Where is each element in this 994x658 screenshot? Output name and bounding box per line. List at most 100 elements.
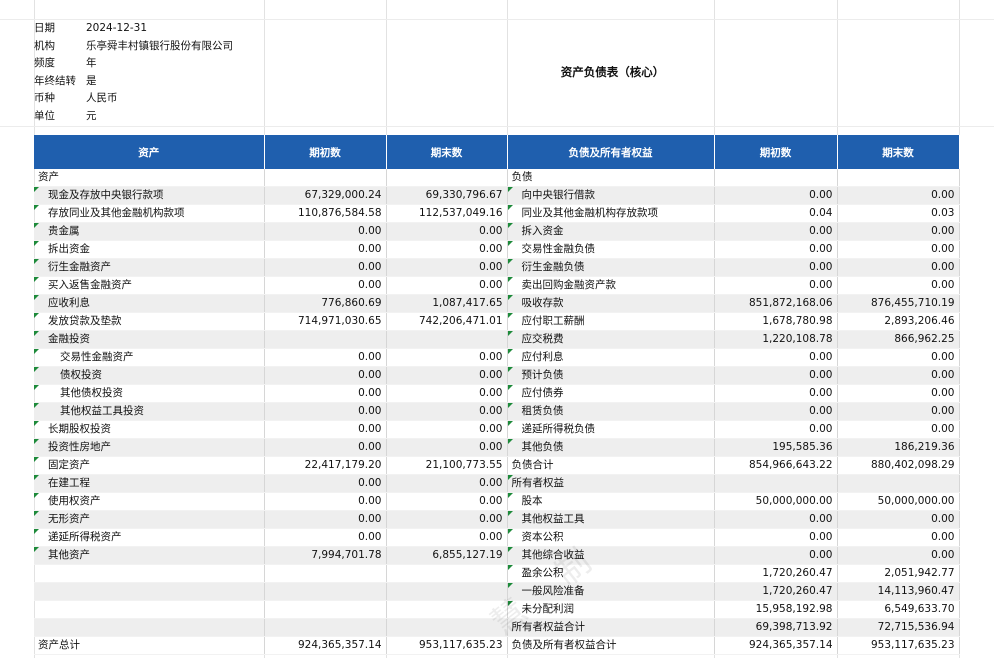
liability-begin-value[interactable]: 851,872,168.06 (714, 294, 838, 313)
asset-item[interactable]: 应收利息 (34, 294, 265, 313)
liability-item[interactable]: 卖出回购金融资产款 (507, 276, 715, 295)
liability-end-value[interactable]: 2,051,942.77 (837, 564, 960, 583)
liability-end-value[interactable]: 0.00 (837, 546, 960, 565)
liability-begin-value[interactable]: 0.00 (714, 510, 838, 529)
liability-end-value[interactable]: 6,549,633.70 (837, 600, 960, 619)
asset-item[interactable]: 递延所得税资产 (34, 528, 265, 547)
liability-begin-value[interactable]: 0.00 (714, 276, 838, 295)
asset-end-value[interactable] (386, 330, 508, 349)
liability-begin-value[interactable] (714, 169, 838, 187)
asset-item[interactable]: 贵金属 (34, 222, 265, 241)
asset-end-value[interactable]: 0.00 (386, 276, 508, 295)
asset-end-value[interactable] (386, 618, 508, 637)
col-header-liab-end[interactable]: 期末数 (837, 135, 960, 169)
asset-end-value[interactable]: 0.00 (386, 348, 508, 367)
col-header-liabilities[interactable]: 负债及所有者权益 (507, 135, 715, 169)
liability-item[interactable]: 预计负债 (507, 366, 715, 385)
asset-begin-value[interactable] (264, 600, 387, 619)
liability-item[interactable]: 其他负债 (507, 438, 715, 457)
liability-begin-value[interactable]: 0.00 (714, 366, 838, 385)
col-header-asset-end[interactable]: 期末数 (386, 135, 508, 169)
liability-item[interactable]: 所有者权益 (507, 474, 715, 493)
asset-end-value[interactable]: 0.00 (386, 240, 508, 259)
asset-end-value[interactable]: 0.00 (386, 222, 508, 241)
liability-item[interactable]: 拆入资金 (507, 222, 715, 241)
asset-item[interactable]: 衍生金融资产 (34, 258, 265, 277)
liability-begin-value[interactable]: 0.00 (714, 402, 838, 421)
asset-begin-value[interactable]: 924,365,357.14 (264, 636, 387, 655)
liability-end-value[interactable]: 0.00 (837, 366, 960, 385)
liability-begin-value[interactable]: 1,220,108.78 (714, 330, 838, 349)
liability-begin-value[interactable]: 0.00 (714, 420, 838, 439)
asset-end-value[interactable]: 0.00 (386, 474, 508, 493)
asset-begin-value[interactable] (264, 582, 387, 601)
liability-end-value[interactable]: 0.00 (837, 402, 960, 421)
liability-begin-value[interactable] (714, 474, 838, 493)
asset-end-value[interactable]: 1,087,417.65 (386, 294, 508, 313)
asset-item[interactable]: 投资性房地产 (34, 438, 265, 457)
liability-end-value[interactable]: 14,113,960.47 (837, 582, 960, 601)
liability-item[interactable]: 负债及所有者权益合计 (507, 636, 715, 655)
asset-begin-value[interactable]: 0.00 (264, 384, 387, 403)
liability-item[interactable]: 递延所得税负债 (507, 420, 715, 439)
asset-end-value[interactable] (386, 564, 508, 583)
liability-begin-value[interactable]: 0.00 (714, 240, 838, 259)
liability-end-value[interactable]: 72,715,536.94 (837, 618, 960, 637)
liability-end-value[interactable]: 953,117,635.23 (837, 636, 960, 655)
asset-item[interactable] (34, 564, 265, 583)
asset-begin-value[interactable]: 67,329,000.24 (264, 186, 387, 205)
liability-begin-value[interactable]: 0.00 (714, 528, 838, 547)
liability-begin-value[interactable]: 69,398,713.92 (714, 618, 838, 637)
liability-begin-value[interactable]: 0.00 (714, 258, 838, 277)
asset-item[interactable]: 现金及存放中央银行款项 (34, 186, 265, 205)
liability-begin-value[interactable]: 0.00 (714, 186, 838, 205)
asset-item[interactable] (34, 582, 265, 601)
liability-item[interactable]: 向中央银行借款 (507, 186, 715, 205)
asset-end-value[interactable]: 6,855,127.19 (386, 546, 508, 565)
asset-end-value[interactable]: 69,330,796.67 (386, 186, 508, 205)
asset-begin-value[interactable]: 0.00 (264, 276, 387, 295)
asset-item[interactable] (34, 618, 265, 637)
liability-end-value[interactable]: 0.00 (837, 384, 960, 403)
liability-item[interactable]: 应付职工薪酬 (507, 312, 715, 331)
liability-end-value[interactable]: 0.00 (837, 258, 960, 277)
asset-begin-value[interactable]: 0.00 (264, 438, 387, 457)
asset-begin-value[interactable]: 0.00 (264, 474, 387, 493)
asset-item[interactable]: 资产 (34, 169, 265, 187)
liability-item[interactable]: 租赁负债 (507, 402, 715, 421)
liability-begin-value[interactable]: 50,000,000.00 (714, 492, 838, 511)
liability-item[interactable]: 资本公积 (507, 528, 715, 547)
asset-item[interactable]: 债权投资 (34, 366, 265, 385)
asset-begin-value[interactable]: 0.00 (264, 348, 387, 367)
asset-item[interactable]: 长期股权投资 (34, 420, 265, 439)
liability-begin-value[interactable]: 0.00 (714, 348, 838, 367)
liability-end-value[interactable] (837, 474, 960, 493)
liability-end-value[interactable]: 866,962.25 (837, 330, 960, 349)
asset-begin-value[interactable]: 110,876,584.58 (264, 204, 387, 223)
asset-end-value[interactable]: 742,206,471.01 (386, 312, 508, 331)
liability-end-value[interactable]: 0.00 (837, 186, 960, 205)
asset-begin-value[interactable]: 0.00 (264, 420, 387, 439)
liability-item[interactable]: 负债合计 (507, 456, 715, 475)
asset-item[interactable]: 其他权益工具投资 (34, 402, 265, 421)
liability-end-value[interactable]: 0.00 (837, 222, 960, 241)
asset-begin-value[interactable]: 0.00 (264, 366, 387, 385)
asset-item[interactable]: 金融投资 (34, 330, 265, 349)
liability-item[interactable]: 同业及其他金融机构存放款项 (507, 204, 715, 223)
asset-item[interactable]: 存放同业及其他金融机构款项 (34, 204, 265, 223)
asset-end-value[interactable]: 0.00 (386, 492, 508, 511)
asset-begin-value[interactable]: 0.00 (264, 510, 387, 529)
liability-end-value[interactable]: 0.00 (837, 276, 960, 295)
col-header-liab-begin[interactable]: 期初数 (714, 135, 838, 169)
liability-item[interactable]: 应付债券 (507, 384, 715, 403)
liability-end-value[interactable]: 876,455,710.19 (837, 294, 960, 313)
asset-begin-value[interactable] (264, 564, 387, 583)
liability-end-value[interactable]: 0.00 (837, 528, 960, 547)
liability-end-value[interactable]: 0.00 (837, 348, 960, 367)
asset-begin-value[interactable]: 7,994,701.78 (264, 546, 387, 565)
asset-item[interactable]: 无形资产 (34, 510, 265, 529)
asset-item[interactable]: 发放贷款及垫款 (34, 312, 265, 331)
liability-item[interactable]: 衍生金融负债 (507, 258, 715, 277)
liability-end-value[interactable]: 186,219.36 (837, 438, 960, 457)
asset-item[interactable]: 拆出资金 (34, 240, 265, 259)
